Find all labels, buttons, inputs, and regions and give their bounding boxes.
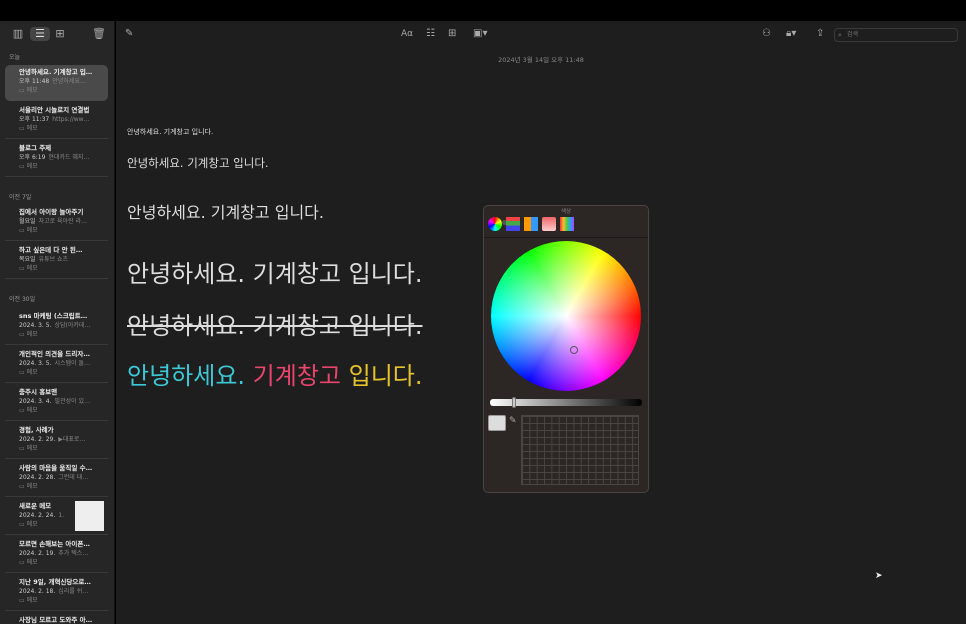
note-item[interactable]: 사장님 모르고 도와주 아… — [5, 613, 108, 624]
note-item[interactable]: 경험, 사례가 2024. 2. 29. ▶대표로… ▭ 메모 — [5, 423, 108, 459]
sliders-tab-icon[interactable] — [506, 217, 520, 231]
menu-bar — [0, 0, 966, 21]
list-view-icon[interactable]: ☰ — [30, 27, 50, 41]
colored-text-cyan: 안녕하세요. — [127, 362, 246, 390]
note-line-small[interactable]: 안녕하세요. 기계창고 입니다. — [127, 127, 213, 137]
color-picker-panel: 색상 ✎ — [483, 205, 649, 493]
note-item[interactable]: sns 마케팅 (스크립트… 2024. 3. 5. 상담(아카데… ▭ 메모 — [5, 309, 108, 345]
section-prev30: 이전 30일 — [9, 296, 36, 303]
saved-colors-grid[interactable] — [521, 415, 639, 485]
notes-sidebar: ▥ ☰ ⊞ 🗑 오늘 안녕하세요. 기계창고 입… 오후 11:48 안녕하세요…… — [0, 21, 115, 624]
color-panel-title: 색상 — [560, 209, 572, 215]
note-item[interactable]: 하고 싶은데 다 안 된… 목요일 유튜브 쇼츠 ▭ 메모 — [5, 243, 108, 279]
sidebar-toolbar: ▥ ☰ ⊞ 🗑 — [0, 21, 114, 49]
note-item[interactable]: 모르면 손해보는 아이폰… 2024. 2. 19. 추가 텍스… ▭ 메모 — [5, 537, 108, 573]
mouse-pointer-icon: ➤ — [875, 571, 883, 581]
folder-icon: ▭ — [19, 445, 25, 452]
collaborate-icon[interactable]: ⚇ — [762, 28, 771, 40]
folder-icon: ▭ — [19, 559, 25, 566]
folder-icon: ▭ — [19, 227, 25, 234]
compose-icon[interactable]: ✎ — [125, 28, 133, 40]
note-item[interactable]: 서울리안 시놀로지 연결법 오후 11:37 https://ww… ▭ 메모 — [5, 103, 108, 139]
note-line-heading[interactable]: 안녕하세요. 기계창고 입니다. — [127, 254, 422, 289]
folder-icon: ▭ — [19, 483, 25, 490]
brightness-slider[interactable] — [490, 397, 642, 408]
share-icon[interactable]: ⇪ — [816, 28, 824, 40]
folder-icon: ▭ — [19, 331, 25, 338]
note-item[interactable]: 집에서 아이랑 놀아주기 월요일 자고로 육아란 라… ▭ 메모 — [5, 205, 108, 241]
color-wheel-tab-icon[interactable] — [488, 217, 502, 231]
note-item[interactable]: 지난 9일, 개혁신당으로… 2024. 2. 18. 심리를 쉬… ▭ 메모 — [5, 575, 108, 611]
folder-icon: ▭ — [19, 87, 25, 94]
folder-icon: ▭ — [19, 521, 25, 528]
note-item[interactable]: 사람의 마음을 움직일 수… 2024. 2. 28. 그런데 대… ▭ 메모 — [5, 461, 108, 497]
gallery-view-icon[interactable]: ⊞ — [52, 27, 68, 41]
trash-icon[interactable]: 🗑 — [91, 27, 107, 41]
folder-icon: ▭ — [19, 265, 25, 272]
note-line-colored[interactable]: 안녕하세요. 기계창고 입니다. — [127, 356, 423, 391]
folder-icon: ▭ — [19, 369, 25, 376]
lock-icon[interactable]: 🔒︎▾ — [786, 28, 796, 40]
search-icon: ⌕ — [838, 31, 842, 39]
section-prev7: 이전 7일 — [9, 194, 32, 201]
note-item[interactable]: 개인적인 의견을 드리자… 2024. 3. 5. 시스템이 돌… ▭ 메모 — [5, 347, 108, 383]
folder-icon: ▭ — [19, 597, 25, 604]
folder-icon: ▭ — [19, 163, 25, 170]
note-item[interactable]: 새로운 메모 2024. 2. 24. 1. ▭ 메모 — [5, 499, 108, 535]
colored-text-pink: 기계창고 — [252, 362, 341, 390]
note-line-strikethrough[interactable]: 안녕하세요. 기계창고 입니다. — [127, 306, 422, 341]
color-wheel[interactable] — [491, 241, 641, 391]
eyedropper-icon[interactable]: ✎ — [509, 416, 517, 426]
note-item[interactable]: 안녕하세요. 기계창고 입… 오후 11:48 안녕하세요… ▭ 메모 — [5, 65, 108, 101]
selected-color-swatch[interactable] — [488, 415, 506, 431]
checklist-icon[interactable]: ☷ — [426, 28, 435, 40]
brightness-slider-knob[interactable] — [511, 397, 516, 408]
search-input[interactable]: ⌕ 검색 — [834, 28, 958, 42]
note-item[interactable]: 충주시 홍보맨 2024. 3. 4. 필관성이 있… ▭ 메모 — [5, 385, 108, 421]
editor-toolbar: ✎ Aα ☷ ⊞ ▣▾ ⚇ 🔒︎▾ ⇪ ⌕ 검색 — [116, 21, 966, 49]
palettes-tab-icon[interactable] — [524, 217, 538, 231]
image-palette-tab-icon[interactable] — [542, 217, 556, 231]
section-today: 오늘 — [9, 54, 21, 61]
table-icon[interactable]: ⊞ — [448, 28, 456, 40]
media-icon[interactable]: ▣▾ — [473, 28, 487, 40]
colored-text-yellow: 입니다. — [348, 362, 423, 390]
sidebar-toggle-icon[interactable]: ▥ — [10, 27, 26, 41]
pencils-tab-icon[interactable] — [560, 217, 574, 231]
note-line-subheading[interactable]: 안녕하세요. 기계창고 입니다. — [127, 199, 324, 223]
note-line-body[interactable]: 안녕하세요. 기계창고 입니다. — [127, 155, 269, 171]
folder-icon: ▭ — [19, 407, 25, 414]
note-thumbnail — [75, 501, 104, 531]
note-item[interactable]: 블로그 주제 오후 6:19 현대카드 혜지… ▭ 메모 — [5, 141, 108, 177]
note-date: 2024년 3월 14일 오후 11:48 — [498, 56, 584, 64]
format-button[interactable]: Aα — [401, 28, 413, 40]
folder-icon: ▭ — [19, 125, 25, 132]
color-wheel-cursor-icon[interactable] — [570, 346, 578, 354]
